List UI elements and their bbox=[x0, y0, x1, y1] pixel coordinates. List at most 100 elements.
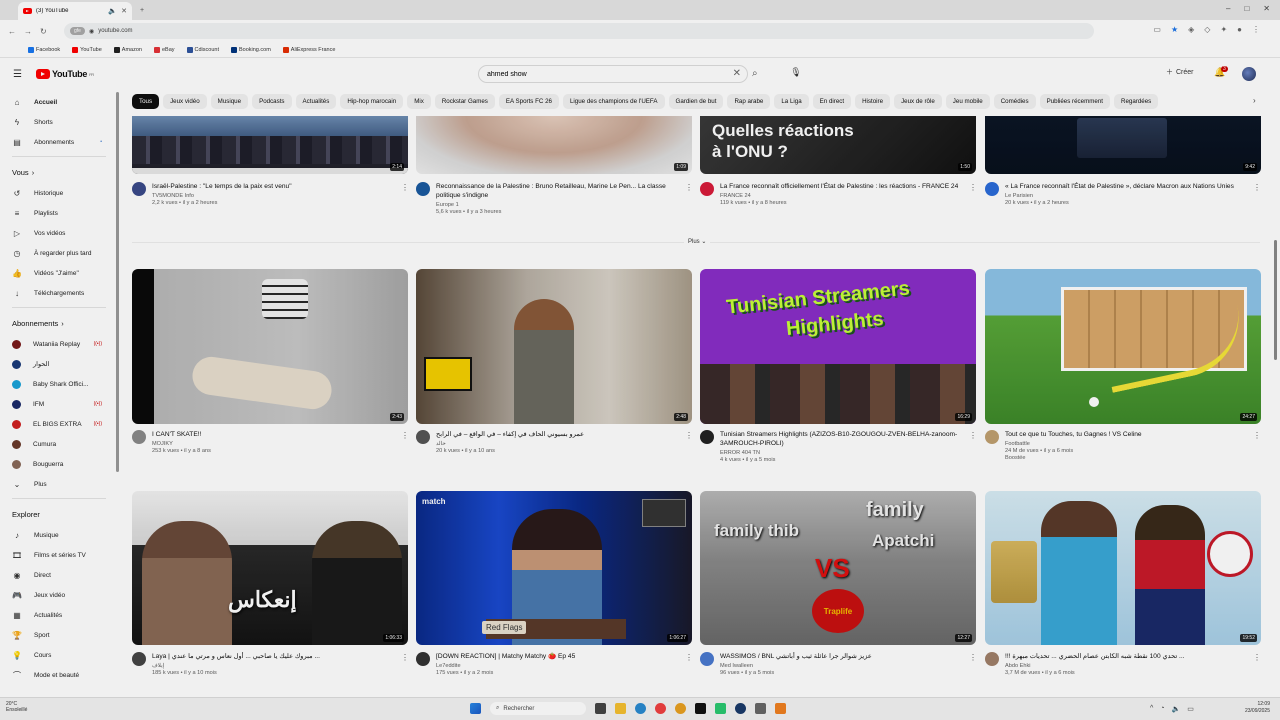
more-options-icon[interactable]: ⋮ bbox=[685, 431, 693, 440]
channel-name[interactable]: FRANCE 24 bbox=[720, 193, 958, 199]
channel-avatar[interactable] bbox=[985, 652, 999, 666]
sidebar-item-playlists[interactable]: ≡ Playlists bbox=[0, 203, 118, 223]
video-thumbnail[interactable]: 2:14 bbox=[132, 116, 408, 174]
channel-avatar[interactable] bbox=[416, 652, 430, 666]
video-title[interactable]: « La France reconnaît l'État de Palestin… bbox=[1005, 182, 1234, 191]
chip[interactable]: Jeux vidéo bbox=[163, 94, 207, 109]
puzzle-icon[interactable]: ✦ bbox=[1220, 25, 1227, 34]
task-view-icon[interactable] bbox=[595, 703, 606, 714]
channel-avatar[interactable] bbox=[700, 182, 714, 196]
bookmark-booking[interactable]: Booking.com bbox=[230, 46, 271, 53]
chip[interactable]: Podcasts bbox=[252, 94, 292, 109]
new-tab-icon[interactable]: + bbox=[140, 7, 144, 14]
channel-avatar[interactable] bbox=[985, 430, 999, 444]
sidebar-item-home[interactable]: ⌂ Accueil bbox=[0, 92, 118, 112]
chip[interactable]: Hip-hop marocain bbox=[340, 94, 404, 109]
chip[interactable]: En direct bbox=[812, 94, 852, 109]
close-window-icon[interactable]: ✕ bbox=[1263, 4, 1270, 13]
clear-search-icon[interactable]: ✕ bbox=[733, 68, 741, 79]
channel-avatar[interactable] bbox=[416, 430, 430, 444]
chip[interactable]: Musique bbox=[210, 94, 249, 109]
more-options-icon[interactable]: ⋮ bbox=[401, 183, 409, 192]
video-thumbnail[interactable]: Quelles réactions à l'ONU ? 1:50 bbox=[700, 116, 976, 174]
youtube-logo[interactable]: YouTube FR bbox=[36, 69, 94, 79]
speaker-icon[interactable]: 🔈 bbox=[1172, 705, 1181, 713]
sidebar-explore-sport[interactable]: 🏆 Sport bbox=[0, 625, 118, 645]
sidebar-sub-4[interactable]: EL BIGS EXTRA ((•)) bbox=[0, 414, 118, 434]
weather-widget[interactable]: 20°C Ensoleillé bbox=[6, 701, 27, 713]
channel-avatar[interactable] bbox=[132, 430, 146, 444]
create-button[interactable]: ＋ Créer bbox=[1166, 67, 1194, 77]
bookmark-ebay[interactable]: eBay bbox=[153, 46, 175, 53]
channel-avatar[interactable] bbox=[700, 430, 714, 444]
bookmark-cdiscount[interactable]: Cdiscount bbox=[186, 46, 219, 53]
channel-name[interactable]: Le7eddite bbox=[436, 663, 575, 669]
sidebar-item-liked[interactable]: 👍 Vidéos "J'aime" bbox=[0, 263, 118, 283]
app-icon[interactable] bbox=[775, 703, 786, 714]
channel-avatar[interactable] bbox=[700, 652, 714, 666]
sidebar-item-downloads[interactable]: ↓ Téléchargements bbox=[0, 283, 118, 303]
channel-avatar[interactable] bbox=[132, 182, 146, 196]
search-input[interactable] bbox=[487, 70, 727, 78]
video-thumbnail[interactable]: 1:09 bbox=[416, 116, 692, 174]
more-options-icon[interactable]: ⋮ bbox=[685, 183, 693, 192]
channel-name[interactable]: Med Iwalleen bbox=[720, 663, 872, 669]
extension-icon[interactable]: ◇ bbox=[1204, 25, 1210, 34]
show-more-button[interactable]: Plus ⌄ bbox=[684, 238, 711, 245]
bookmark-facebook[interactable]: Facebook bbox=[28, 46, 60, 53]
sidebar-explore-films[interactable]: 🎞 Films et séries TV bbox=[0, 545, 118, 565]
chip[interactable]: Rockstar Games bbox=[434, 94, 495, 109]
settings-icon[interactable] bbox=[755, 703, 766, 714]
video-title[interactable]: Tunisian Streamers Highlights (AZIZOS-B1… bbox=[720, 430, 962, 448]
profile-icon[interactable]: ● bbox=[1237, 25, 1242, 34]
extension-shield-icon[interactable]: ◈ bbox=[1188, 25, 1194, 34]
chip[interactable]: La Liga bbox=[774, 94, 809, 109]
channel-name[interactable]: Footbattle bbox=[1005, 441, 1142, 447]
search-icon[interactable]: ⌕ bbox=[752, 68, 758, 79]
wifi-icon[interactable]: ◔ bbox=[1160, 705, 1164, 713]
sidebar-explore-news[interactable]: ▦ Actualités bbox=[0, 605, 118, 625]
video-thumbnail[interactable]: إنعكاس 1:06:33 bbox=[132, 491, 408, 645]
forward-icon[interactable]: → bbox=[24, 27, 32, 36]
mic-icon[interactable]: 🎙 bbox=[790, 67, 802, 79]
video-title[interactable]: I CAN'T SKATE!! bbox=[152, 430, 211, 439]
chip[interactable]: Jeu mobile bbox=[945, 94, 990, 109]
video-thumbnail[interactable]: Tunisian Streamers Highlights 16:29 bbox=[700, 269, 976, 424]
video-thumbnail[interactable]: 24:27 bbox=[985, 269, 1261, 424]
more-options-icon[interactable]: ⋮ bbox=[969, 431, 977, 440]
channel-avatar[interactable] bbox=[416, 182, 430, 196]
minimize-icon[interactable]: – bbox=[1226, 4, 1230, 13]
video-title[interactable]: WASSIMOS / BNL عزيز شوالر جرا عائلة ثيب … bbox=[720, 652, 872, 661]
sidebar-explore-music[interactable]: ♪ Musique bbox=[0, 525, 118, 545]
tab-mute-icon[interactable]: 🔈 bbox=[108, 7, 117, 15]
edge-icon[interactable] bbox=[635, 703, 646, 714]
chip[interactable]: Gardien de but bbox=[668, 94, 724, 109]
channel-name[interactable]: Europe 1 bbox=[436, 202, 678, 208]
video-thumbnail[interactable]: 19:52 bbox=[985, 491, 1261, 645]
hamburger-menu-icon[interactable]: ☰ bbox=[13, 69, 22, 80]
chip[interactable]: Jeux de rôle bbox=[894, 94, 942, 109]
back-icon[interactable]: ← bbox=[8, 27, 16, 36]
windows-start-icon[interactable] bbox=[470, 703, 481, 714]
sidebar-item-watch-later[interactable]: ◷ À regarder plus tard bbox=[0, 243, 118, 263]
sidebar-sub-1[interactable]: الحوار bbox=[0, 354, 118, 374]
chip[interactable]: Comédies bbox=[993, 94, 1036, 109]
bookmark-amazon[interactable]: Amazon bbox=[113, 46, 142, 53]
battery-icon[interactable]: ▭ bbox=[1187, 705, 1194, 713]
channel-name[interactable]: TV5MONDE Info bbox=[152, 193, 292, 199]
channel-name[interactable]: Le Parisien bbox=[1005, 193, 1234, 199]
sidebar-section-subscriptions[interactable]: Abonnements › bbox=[0, 312, 118, 334]
sidebar-sub-2[interactable]: Baby Shark Offici... bbox=[0, 374, 118, 394]
page-scrollbar[interactable] bbox=[1274, 240, 1277, 360]
chip[interactable]: Mix bbox=[407, 94, 431, 109]
channel-name[interactable]: خالد bbox=[436, 441, 584, 447]
steam-icon[interactable] bbox=[735, 703, 746, 714]
browser-menu-icon[interactable]: ⋮ bbox=[1252, 25, 1260, 34]
chevron-right-icon[interactable]: › bbox=[1253, 96, 1256, 105]
more-options-icon[interactable]: ⋮ bbox=[401, 653, 409, 662]
sidebar-explore-live[interactable]: ◉ Direct bbox=[0, 565, 118, 585]
sidebar-item-history[interactable]: ↺ Historique bbox=[0, 183, 118, 203]
cast-icon[interactable]: ▭ bbox=[1153, 25, 1161, 34]
sidebar-section-you[interactable]: Vous › bbox=[0, 161, 118, 183]
video-thumbnail[interactable]: 2:43 bbox=[132, 269, 408, 424]
